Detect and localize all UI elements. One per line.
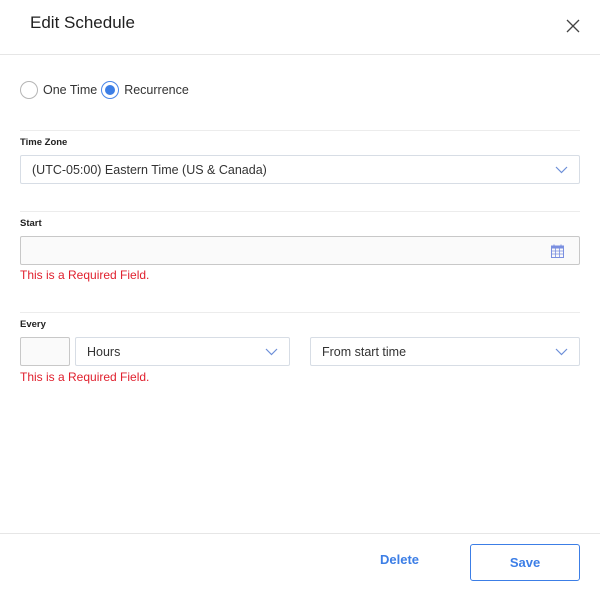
divider [20,130,580,131]
dialog-header: Edit Schedule [0,0,600,55]
start-error-message: This is a Required Field. [20,268,150,282]
start-date-input[interactable] [20,236,580,265]
schedule-type-radio-group: One Time Recurrence [20,79,191,101]
every-error-message: This is a Required Field. [20,370,150,384]
every-unit-select[interactable]: Hours [75,337,290,366]
every-mode-select[interactable]: From start time [310,337,580,366]
one-time-radio[interactable] [20,81,38,99]
divider [20,312,580,313]
close-icon[interactable] [565,18,581,34]
every-unit-value: Hours [87,345,121,359]
footer-divider [0,533,600,534]
one-time-label[interactable]: One Time [43,83,97,97]
chevron-down-icon [555,166,568,174]
time-zone-label: Time Zone [20,137,68,148]
delete-button[interactable]: Delete [380,552,419,567]
start-label: Start [20,218,42,229]
every-label: Every [20,319,46,330]
chevron-down-icon [265,348,278,356]
time-zone-value: (UTC-05:00) Eastern Time (US & Canada) [32,163,267,177]
divider [20,211,580,212]
every-value-input[interactable] [20,337,70,366]
recurrence-radio[interactable] [101,81,120,99]
time-zone-select[interactable]: (UTC-05:00) Eastern Time (US & Canada) [20,155,580,184]
chevron-down-icon [555,348,568,356]
calendar-icon[interactable] [551,244,564,258]
recurrence-label[interactable]: Recurrence [124,83,189,97]
dialog-title: Edit Schedule [30,13,135,32]
save-button[interactable]: Save [470,544,580,581]
every-mode-value: From start time [322,345,407,359]
